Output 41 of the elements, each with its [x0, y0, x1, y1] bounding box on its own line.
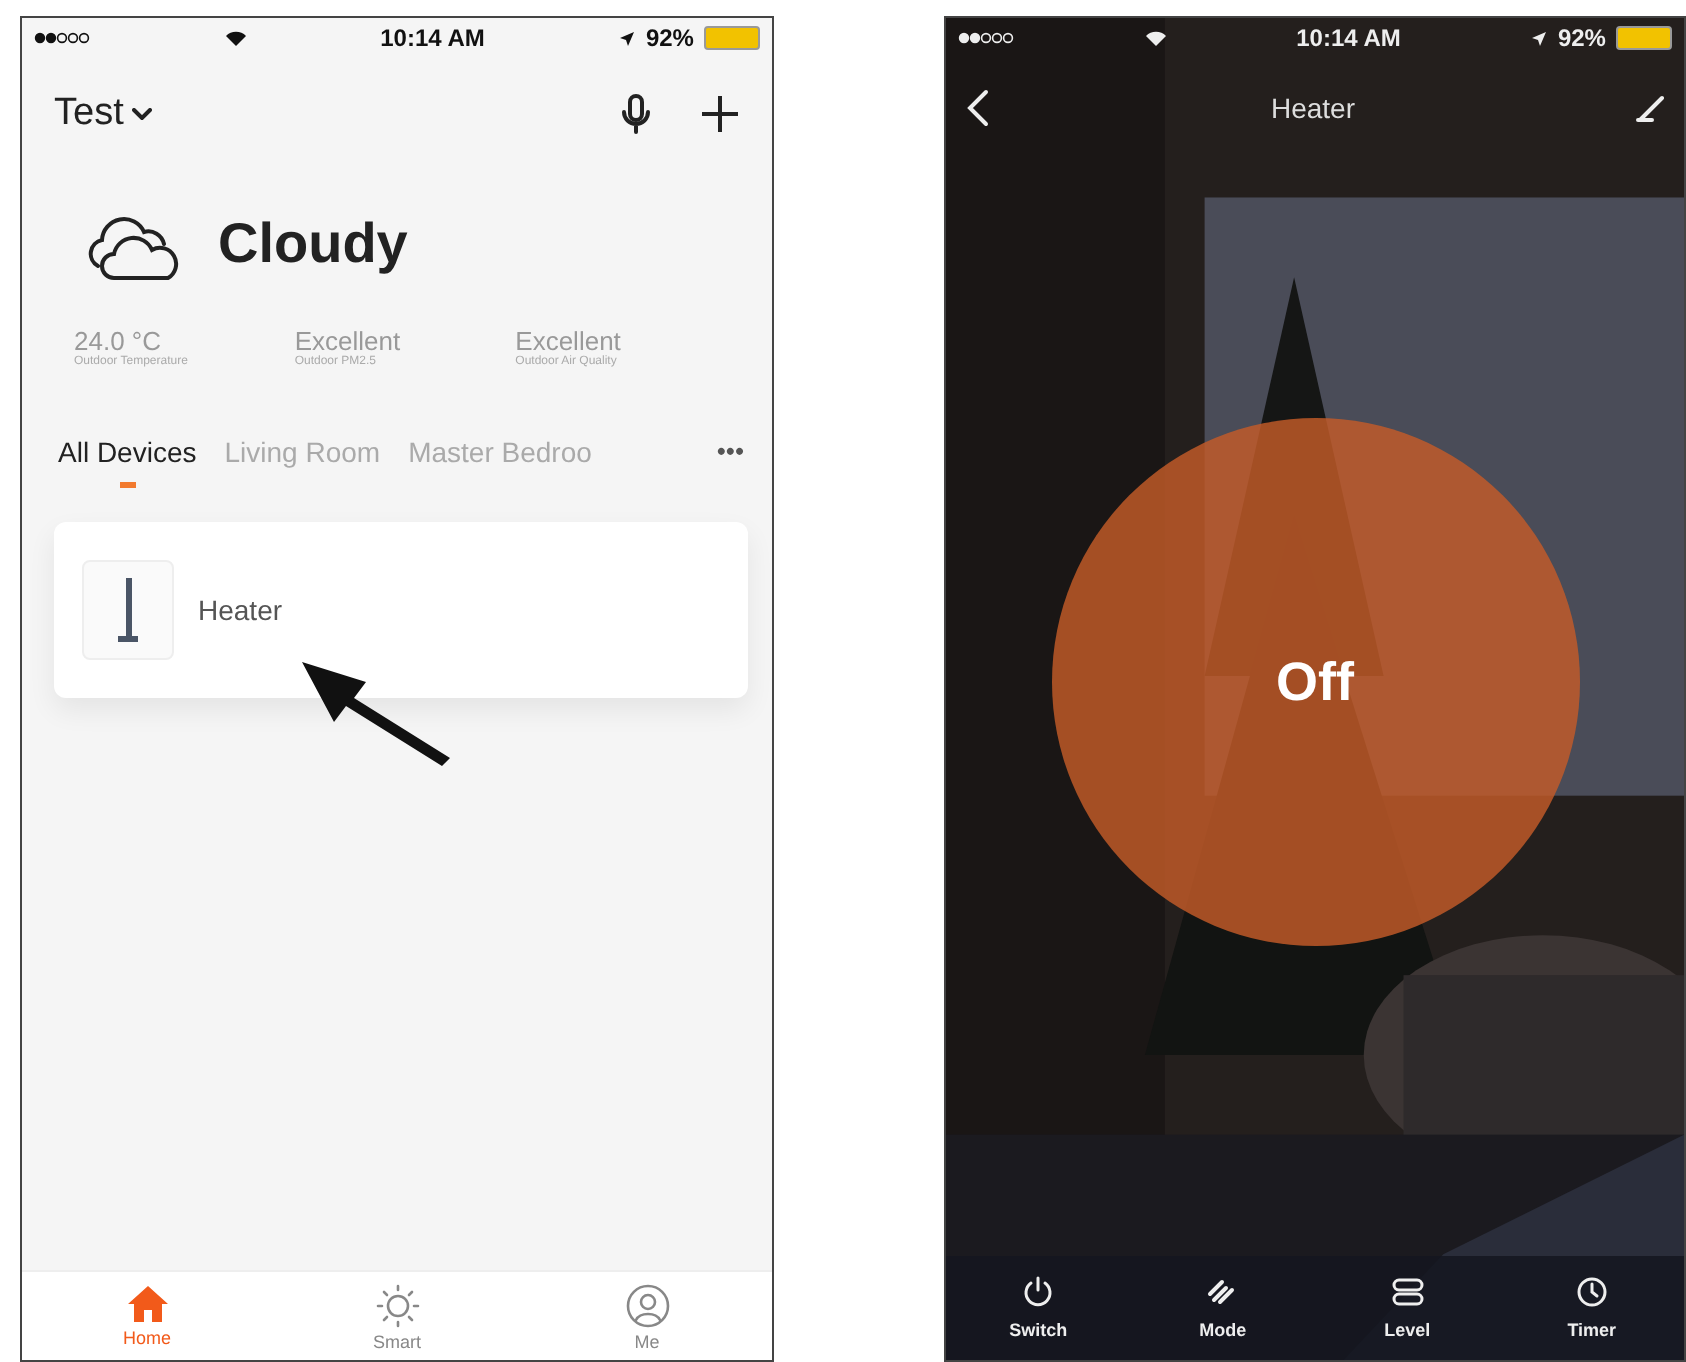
- house-icon: [125, 1284, 169, 1324]
- sun-icon: [375, 1284, 419, 1328]
- more-button[interactable]: •••: [716, 436, 744, 466]
- control-button[interactable]: Mode: [1130, 1256, 1315, 1360]
- nav-tab[interactable]: Me: [522, 1272, 772, 1360]
- user-icon: [625, 1284, 669, 1328]
- status-time: 10:14 AM: [380, 24, 485, 52]
- slashes-icon: [1206, 1276, 1239, 1308]
- home-selector[interactable]: Test: [54, 92, 152, 136]
- signal-icon: [958, 32, 1014, 44]
- weather-value: Excellent: [294, 326, 403, 356]
- add-icon[interactable]: [700, 94, 740, 134]
- status-time: 10:14 AM: [1296, 24, 1401, 52]
- control-button[interactable]: Switch: [946, 1256, 1131, 1360]
- battery-percent: 92%: [645, 24, 694, 52]
- location-icon: [1529, 29, 1548, 47]
- screen-title: Heater: [1270, 92, 1356, 124]
- stack-icon: [1389, 1276, 1426, 1308]
- battery-icon: [1615, 26, 1672, 50]
- wifi-icon: [1143, 29, 1168, 47]
- battery-icon: [703, 26, 760, 50]
- battery-percent: 92%: [1557, 24, 1606, 52]
- wifi-icon: [223, 29, 248, 47]
- weather-value: 24.0 °C: [74, 326, 162, 356]
- device-card[interactable]: Heater: [54, 522, 748, 698]
- control-button[interactable]: Timer: [1499, 1256, 1684, 1360]
- chevron-down-icon: [131, 108, 152, 120]
- signal-icon: [34, 32, 90, 44]
- control-button[interactable]: Level: [1315, 1256, 1500, 1360]
- room-tab[interactable]: All Devices: [58, 436, 197, 494]
- weather-value: Excellent: [515, 326, 623, 356]
- power-icon: [1022, 1276, 1055, 1308]
- microphone-icon[interactable]: [620, 92, 652, 136]
- edit-icon[interactable]: [1636, 94, 1664, 122]
- back-icon[interactable]: [966, 88, 990, 128]
- nav-tab[interactable]: Smart: [272, 1272, 522, 1360]
- location-icon: [617, 29, 636, 47]
- heater-icon: [82, 560, 174, 660]
- clock-icon: [1575, 1276, 1608, 1308]
- device-name: Heater: [198, 594, 283, 626]
- weather-condition: Cloudy: [218, 212, 408, 276]
